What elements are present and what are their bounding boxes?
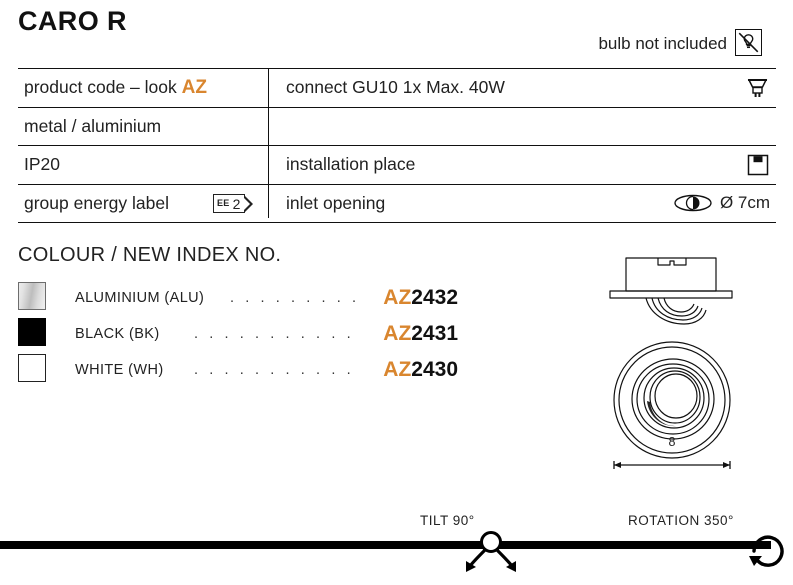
tilt-label: TILT 90° bbox=[420, 513, 475, 528]
list-item: ALUMINIUM (ALU) . . . . . . . . . . AZ24… bbox=[18, 280, 458, 316]
colour-code-prefix: AZ bbox=[383, 322, 412, 345]
energy-label-badge: EE 2 bbox=[213, 194, 254, 213]
colour-swatch-black bbox=[18, 318, 46, 346]
colour-name: ALUMINIUM (ALU) bbox=[75, 290, 205, 306]
table-row: metal / aluminium bbox=[18, 106, 776, 146]
bulb-note: bulb not included bbox=[598, 34, 727, 53]
table-row: IP20 installation place bbox=[18, 145, 776, 184]
colour-code-number: 2431 bbox=[411, 322, 458, 345]
ceiling-mount-icon bbox=[746, 146, 770, 184]
colour-code-number: 2432 bbox=[411, 286, 458, 309]
table-row: group energy label EE 2 inlet opening Ø … bbox=[18, 183, 776, 223]
rotation-arrow-icon bbox=[743, 526, 793, 578]
gu10-bulb-icon bbox=[745, 69, 770, 107]
leader-dots: . . . . . . . . . . . . . bbox=[194, 362, 360, 378]
colour-name: BLACK (BK) bbox=[75, 326, 160, 342]
colour-swatch-white bbox=[18, 354, 46, 382]
energy-label-prefix: EE bbox=[217, 198, 230, 208]
inlet-opening-icon bbox=[674, 195, 712, 212]
cell-product-code: product code – look AZ bbox=[24, 69, 207, 107]
cell-connect: connect GU10 1x Max. 40W bbox=[286, 77, 505, 97]
colour-code: AZ2430 bbox=[383, 352, 458, 388]
colour-code: AZ2431 bbox=[383, 316, 458, 352]
list-item: BLACK (BK) . . . . . . . . . . . . . AZ2… bbox=[18, 316, 458, 352]
colour-list: ALUMINIUM (ALU) . . . . . . . . . . AZ24… bbox=[18, 280, 458, 388]
page-title: CARO R bbox=[18, 6, 127, 36]
colour-code-number: 2430 bbox=[411, 358, 458, 381]
cell-inlet-opening: inlet opening bbox=[286, 192, 386, 213]
energy-label-chevron-inner bbox=[243, 196, 251, 211]
colour-swatch-aluminium bbox=[18, 282, 46, 310]
energy-label-value: 2 bbox=[232, 195, 241, 212]
cell-energy-label: group energy label bbox=[24, 192, 169, 213]
leader-dots: . . . . . . . . . . . . . bbox=[194, 326, 360, 342]
tilt-arrows-icon bbox=[455, 528, 527, 580]
rotation-label: ROTATION 350° bbox=[628, 513, 734, 528]
inlet-opening-value: Ø 7cm bbox=[719, 193, 770, 213]
colour-section-heading: COLOUR / NEW INDEX NO. bbox=[18, 244, 282, 266]
table-row: product code – look AZ connect GU10 1x M… bbox=[18, 68, 776, 107]
motion-bar-line bbox=[0, 541, 771, 549]
colour-code: AZ2432 bbox=[383, 280, 458, 316]
product-code-label: product code – look bbox=[24, 77, 182, 97]
list-item: WHITE (WH) . . . . . . . . . . . . . AZ2… bbox=[18, 352, 458, 388]
product-code-accent: AZ bbox=[181, 77, 207, 98]
cell-installation-place: installation place bbox=[286, 154, 416, 174]
inlet-opening-row-right: Ø 7cm bbox=[673, 185, 770, 223]
colour-code-prefix: AZ bbox=[383, 286, 412, 309]
datasheet-page: CARO R bulb not included product code – … bbox=[0, 0, 793, 580]
leader-dots: . . . . . . . . . . bbox=[230, 290, 360, 306]
recessed-downlight-drawing: 8 bbox=[600, 252, 790, 477]
dimension-label: 8 bbox=[668, 435, 676, 449]
cell-ip-rating: IP20 bbox=[24, 154, 60, 174]
colour-name: WHITE (WH) bbox=[75, 362, 164, 378]
colour-code-prefix: AZ bbox=[383, 358, 412, 381]
no-bulb-icon bbox=[735, 29, 762, 56]
spec-table: product code – look AZ connect GU10 1x M… bbox=[18, 68, 776, 223]
cell-material: metal / aluminium bbox=[24, 115, 162, 136]
